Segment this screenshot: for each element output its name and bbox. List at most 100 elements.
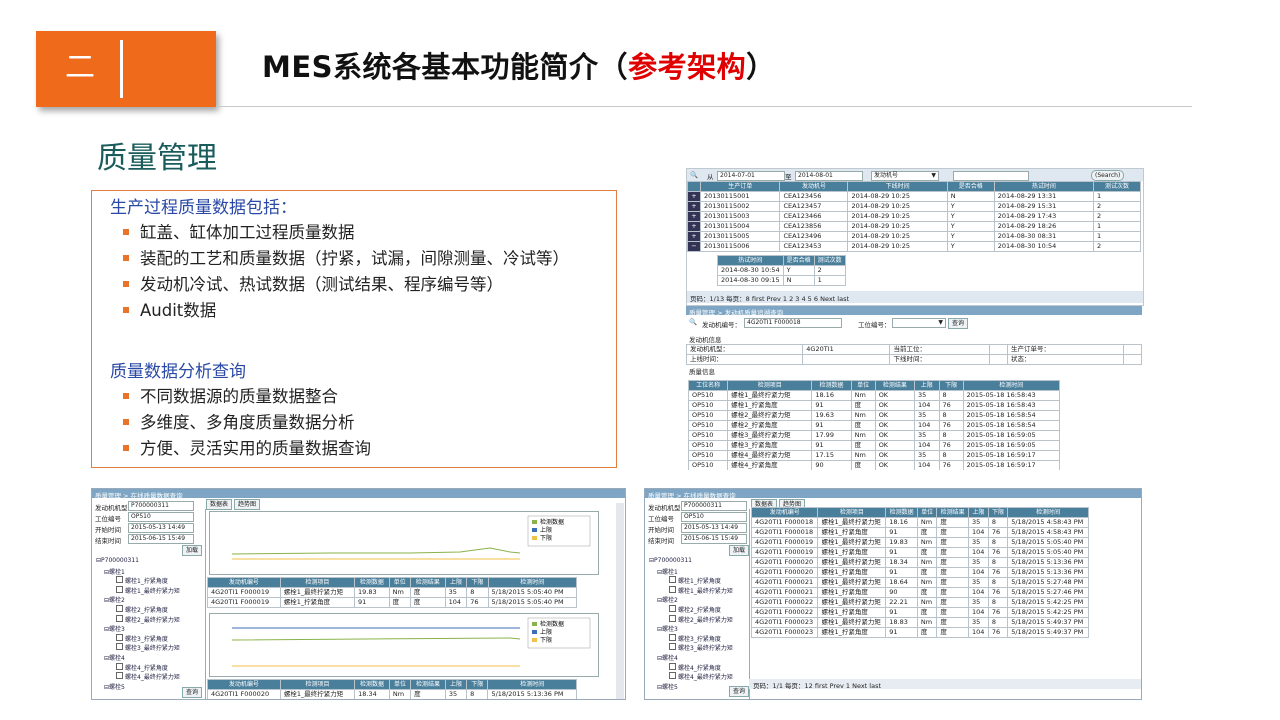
tree-node[interactable]: ⊟螺栓1: [657, 567, 678, 576]
field-input[interactable]: 2015-06-15 15:49: [128, 534, 194, 544]
engine-table: 生产订单 发动机号 下线时间 是否合格 热试时间 测试次数 +20130115001 CEA1…: [687, 181, 1142, 252]
tree-node[interactable]: ⊟螺栓5: [104, 682, 125, 691]
field-input[interactable]: OP510: [128, 512, 194, 522]
pager[interactable]: 页码：1/1 每页：12 first Prev 1 Next last: [753, 680, 881, 690]
table-cell: 度: [936, 527, 969, 538]
field-select[interactable]: 发动机号 ▼: [871, 171, 939, 181]
tree-node[interactable]: ⊟螺栓4: [657, 653, 678, 662]
tree-node[interactable]: ⊟螺栓2: [657, 595, 678, 604]
tree-node[interactable]: ⊟P700000311: [649, 557, 692, 564]
tree-node[interactable]: 螺栓3_最终拧紧力矩: [669, 643, 733, 652]
query-button[interactable]: 查询: [948, 318, 969, 329]
expand-icon[interactable]: +: [687, 231, 701, 242]
table-cell: 度: [936, 597, 969, 608]
tree-node[interactable]: 螺栓4_最终拧紧力矩: [669, 672, 733, 681]
tree-node[interactable]: 螺栓1_最终拧紧力矩: [669, 585, 733, 595]
table-cell: 104: [968, 607, 989, 618]
expand-icon[interactable]: −: [687, 241, 701, 252]
field-input[interactable]: OP510: [681, 512, 747, 522]
station-select[interactable]: ▼: [892, 318, 946, 328]
field-input[interactable]: P700000311: [128, 501, 194, 511]
tree-node[interactable]: 螺栓4_拧紧角度: [116, 662, 168, 672]
tree-node[interactable]: ⊟螺栓4: [104, 653, 125, 662]
table-cell: 2: [1092, 201, 1142, 212]
tree-node[interactable]: 螺栓1_拧紧角度: [669, 576, 721, 585]
load-button[interactable]: 加载: [729, 545, 750, 556]
field-input[interactable]: 2015-06-15 15:49: [681, 534, 747, 544]
pager[interactable]: 页码：1/13 每页：8 first Prev 1 2 3 4 5 6 Next…: [690, 293, 849, 303]
table-row: OP510 螺栓3_最终拧紧力矩 17.99 Nm OK 35 8 2015-05-18 16…: [687, 430, 1061, 441]
table-row: 4G20TI1 F000018 螺栓1_最终拧紧力矩 18.16 Nm 度 35 8 5/18…: [750, 517, 1089, 528]
table-cell: 4G20TI1 F000019: [750, 537, 819, 548]
table-cell: 当前工位：: [889, 344, 991, 355]
scrollbar[interactable]: [616, 503, 624, 699]
table-cell: 8: [938, 430, 964, 441]
tree-node[interactable]: 螺栓2_拧紧角度: [669, 605, 721, 614]
table-cell: 2015-05-18 16:58:43: [962, 400, 1061, 411]
tree-node[interactable]: 螺栓2_最终拧紧力矩: [669, 614, 733, 624]
tree-node[interactable]: 螺栓3_最终拧紧力矩: [116, 643, 180, 652]
title-highlight: 参考架构: [628, 50, 747, 84]
tree-node[interactable]: 螺栓3_拧紧角度: [116, 633, 168, 643]
engine-no-input[interactable]: 4G20TI1 F000018: [744, 318, 842, 328]
quality-table: 工位名称 检测项目 检测数据 单位 检测结果 上限 下限 检测时间 OP510 螺栓1_最终拧紧力…: [687, 380, 1061, 470]
table-cell: Y: [946, 241, 995, 252]
table-cell: 35: [913, 450, 940, 461]
table-cell: 度: [916, 587, 938, 598]
from-date-input[interactable]: 2014-07-01: [717, 171, 785, 181]
tree-node[interactable]: ⊟螺栓3: [104, 624, 125, 633]
tree-node[interactable]: 螺栓2_拧紧角度: [116, 605, 168, 614]
tree-node[interactable]: ⊟P700000311: [96, 557, 139, 564]
tab-data-table[interactable]: 数据表: [206, 499, 233, 510]
table-cell: 104: [968, 567, 989, 578]
chevron-down-icon: ▼: [931, 172, 936, 179]
expand-icon[interactable]: +: [687, 191, 701, 202]
field-input[interactable]: 2015-05-13 14:49: [681, 523, 747, 533]
column-header: 检测结果: [409, 577, 446, 588]
table-cell: 2014-08-29 10:25: [847, 231, 948, 242]
table-cell: 螺栓1_最终拧紧力矩: [817, 517, 887, 528]
load-button[interactable]: 加载: [182, 545, 203, 556]
table-cell: 91: [885, 607, 918, 618]
table-cell: 19.83: [885, 537, 918, 548]
column-header: 热试时间: [993, 181, 1094, 192]
tree-node[interactable]: 螺栓2_最终拧紧力矩: [116, 614, 180, 624]
tree-node[interactable]: 螺栓4_最终拧紧力矩: [116, 672, 180, 681]
table-row: OP510 螺栓4_拧紧角度 90 度 OK 104 76 2015-05-18 16:59:…: [687, 460, 1061, 470]
table-row: OP510 螺栓2_最终拧紧力矩 19.63 Nm OK 35 8 2015-05-18 16…: [687, 410, 1061, 421]
table-cell: Y: [946, 221, 995, 232]
table-cell: 8: [987, 597, 1009, 608]
query-button[interactable]: 查询: [182, 687, 203, 698]
query-button[interactable]: 查询: [729, 686, 750, 697]
expand-icon[interactable]: +: [687, 221, 701, 232]
tree-node[interactable]: 螺栓4_拧紧角度: [669, 662, 721, 672]
expand-icon[interactable]: +: [687, 211, 701, 222]
tree-node[interactable]: ⊟螺栓2: [104, 595, 125, 604]
section-divider: [120, 40, 123, 98]
field-input[interactable]: P700000311: [681, 501, 747, 511]
tree-node[interactable]: 螺栓1_拧紧角度: [116, 576, 168, 585]
tree-node[interactable]: ⊟螺栓1: [104, 567, 125, 576]
legend-entry: 上限: [540, 526, 552, 534]
search-button[interactable]: (Search): [1091, 170, 1125, 181]
table-cell: 状态：: [1006, 354, 1125, 365]
tab-trend[interactable]: 趋势图: [234, 499, 261, 510]
tree-node[interactable]: 螺栓1_最终拧紧力矩: [116, 585, 180, 595]
table-cell: 104: [968, 527, 989, 538]
table-cell: 91: [885, 567, 918, 578]
table-cell: OP510: [687, 400, 729, 411]
list-item: Audit数据: [123, 297, 216, 321]
table-cell: 104: [913, 440, 940, 451]
table-cell: 104: [968, 587, 989, 598]
expand-icon[interactable]: +: [687, 201, 701, 212]
tree-node[interactable]: ⊟螺栓5: [657, 682, 678, 691]
table-cell: Nm: [916, 557, 938, 568]
table-cell: 度: [936, 617, 969, 628]
tree-node[interactable]: 螺栓3_拧紧角度: [669, 633, 721, 643]
to-date-input[interactable]: 2014-08-01: [795, 171, 863, 181]
tree-node[interactable]: ⊟螺栓3: [657, 624, 678, 633]
table-cell: 76: [987, 587, 1009, 598]
search-input[interactable]: [953, 171, 1029, 181]
field-input[interactable]: 2015-05-13 14:49: [128, 523, 194, 533]
table-cell: 螺栓1_拧紧角度: [727, 400, 813, 411]
